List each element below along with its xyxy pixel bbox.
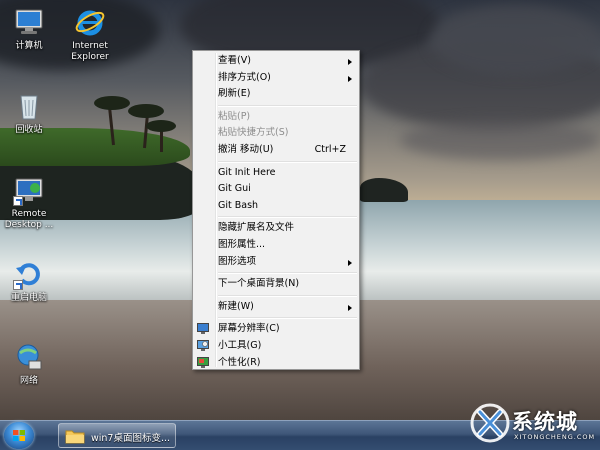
desktop-icon-label: 回收站 bbox=[15, 125, 43, 135]
desktop-icon-network[interactable]: 网络 bbox=[1, 341, 57, 387]
menu-item-label: 新建(W) bbox=[218, 300, 254, 312]
restart-icon bbox=[13, 258, 45, 290]
submenu-arrow-icon bbox=[348, 304, 352, 311]
menu-item-view[interactable]: 查看(V) bbox=[193, 53, 359, 70]
desktop-icon-label: Explorer bbox=[71, 52, 109, 62]
menu-item-label: Git Gui bbox=[218, 183, 251, 195]
desktop-icon-label: Desktop ... bbox=[4, 220, 54, 230]
network-icon bbox=[13, 341, 45, 373]
menu-item-new[interactable]: 新建(W) bbox=[193, 299, 359, 316]
windows-logo-icon bbox=[13, 430, 25, 441]
menu-item-label: 屏幕分辨率(C) bbox=[218, 323, 280, 335]
folder-icon bbox=[65, 430, 85, 444]
menu-item-shortcut: Ctrl+Z bbox=[314, 143, 346, 155]
menu-item-label: 查看(V) bbox=[218, 55, 251, 66]
desktop-icon-restart[interactable]: 重启电脑 bbox=[1, 258, 57, 304]
personalize-icon bbox=[197, 356, 209, 368]
menu-item-sort-by[interactable]: 排序方式(O) bbox=[193, 70, 359, 87]
menu-item-git-init-here[interactable]: Git Init Here bbox=[193, 165, 359, 182]
menu-item-label: 刷新(E) bbox=[218, 88, 251, 100]
menu-item-label: 个性化(R) bbox=[218, 356, 261, 368]
menu-item-hide-extensions[interactable]: 隐藏扩展名及文件 bbox=[193, 220, 359, 237]
desktop-icon-computer[interactable]: 计算机 bbox=[1, 6, 57, 52]
menu-item-gadgets[interactable]: 小工具(G) bbox=[193, 338, 359, 355]
desktop-icon-label: Remote bbox=[11, 209, 47, 219]
recycle-bin-icon bbox=[13, 90, 45, 122]
menu-item-graphics-properties[interactable]: 图形属性... bbox=[193, 237, 359, 254]
desktop-icon-label: Internet bbox=[72, 41, 108, 51]
menu-item-label: 小工具(G) bbox=[218, 339, 262, 351]
submenu-arrow-icon bbox=[348, 75, 352, 82]
desktop-icon-label: 计算机 bbox=[15, 41, 43, 51]
menu-item-label: 撤消 移动(U) bbox=[218, 143, 274, 155]
internet-explorer-icon bbox=[74, 6, 106, 38]
menu-item-label: Git Init Here bbox=[218, 166, 276, 178]
menu-item-label: 下一个桌面背景(N) bbox=[218, 278, 300, 290]
menu-item-git-gui[interactable]: Git Gui bbox=[193, 181, 359, 198]
submenu-arrow-icon bbox=[348, 59, 352, 65]
menu-item-refresh[interactable]: 刷新(E) bbox=[193, 86, 359, 103]
desktop-icon-internet-explorer[interactable]: Internet Explorer bbox=[62, 6, 118, 63]
desktop-context-menu: 查看(V) 排序方式(O) 刷新(E) 粘贴(P) 粘贴快捷方式(S) 撤消 移… bbox=[192, 50, 360, 370]
desktop-icon-remote-desktop[interactable]: Remote Desktop ... bbox=[1, 174, 57, 231]
taskbar-window-button[interactable]: win7桌面图标变... bbox=[58, 423, 176, 448]
menu-item-label: 图形属性... bbox=[218, 238, 266, 250]
menu-item-personalize[interactable]: 个性化(R) bbox=[193, 355, 359, 372]
start-button[interactable] bbox=[4, 422, 34, 449]
desktop-icon-label: 重启电脑 bbox=[10, 293, 47, 303]
menu-item-label: 排序方式(O) bbox=[218, 71, 271, 83]
site-watermark: 系统城 XITONGCHENG.COM bbox=[468, 400, 600, 450]
menu-item-label: 隐藏扩展名及文件 bbox=[218, 222, 295, 234]
menu-item-screen-resolution[interactable]: 屏幕分辨率(C) bbox=[193, 321, 359, 338]
submenu-arrow-icon bbox=[348, 259, 352, 266]
remote-desktop-icon bbox=[13, 174, 45, 206]
menu-item-label: 图形选项 bbox=[218, 255, 257, 267]
watermark-url: XITONGCHENG.COM bbox=[514, 433, 596, 441]
desktop-icon-label: 网络 bbox=[19, 376, 38, 386]
display-icon bbox=[197, 323, 209, 335]
menu-item-label: Git Bash bbox=[218, 199, 259, 211]
menu-item-label: 粘贴(P) bbox=[218, 110, 251, 122]
shortcut-arrow-icon bbox=[13, 196, 23, 206]
menu-item-graphics-options[interactable]: 图形选项 bbox=[193, 254, 359, 271]
menu-item-git-bash[interactable]: Git Bash bbox=[193, 198, 359, 215]
watermark-brand: 系统城 bbox=[512, 410, 578, 434]
menu-item-label: 粘贴快捷方式(S) bbox=[218, 127, 289, 139]
taskbar-window-label: win7桌面图标变... bbox=[91, 433, 171, 444]
menu-item-paste[interactable]: 粘贴(P) bbox=[193, 109, 359, 126]
gadgets-icon bbox=[197, 339, 209, 351]
menu-item-undo-move[interactable]: 撤消 移动(U) Ctrl+Z bbox=[193, 142, 359, 159]
xitongcheng-logo-icon bbox=[470, 403, 510, 443]
computer-icon bbox=[13, 6, 45, 38]
menu-item-paste-shortcut[interactable]: 粘贴快捷方式(S) bbox=[193, 125, 359, 142]
menu-item-next-background[interactable]: 下一个桌面背景(N) bbox=[193, 276, 359, 293]
shortcut-arrow-icon bbox=[13, 280, 23, 290]
desktop-icon-recycle-bin[interactable]: 回收站 bbox=[1, 90, 57, 136]
